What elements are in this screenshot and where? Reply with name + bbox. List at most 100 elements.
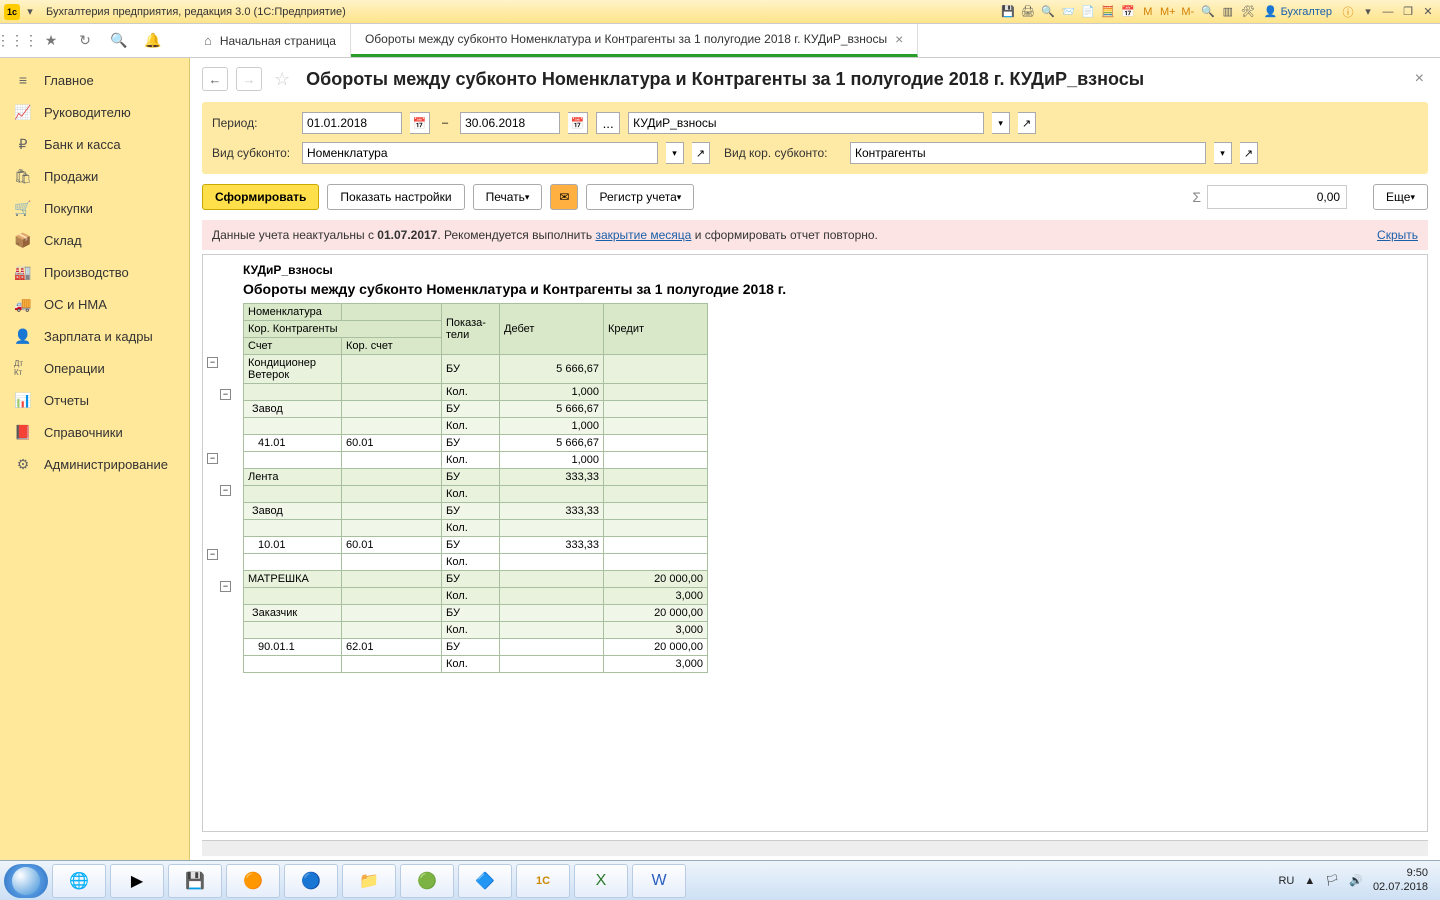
- sidebar-item-warehouse[interactable]: 📦Склад: [0, 224, 189, 256]
- table-row[interactable]: Кол.3,000: [244, 588, 708, 605]
- sidebar-item-hr[interactable]: 👤Зарплата и кадры: [0, 320, 189, 352]
- table-row[interactable]: Кол.1,000: [244, 452, 708, 469]
- calendar-icon[interactable]: 📅: [1120, 4, 1136, 20]
- sidebar-item-operations[interactable]: Дт КтОперации: [0, 352, 189, 384]
- task-chrome[interactable]: 🔵: [284, 864, 338, 898]
- tray-action-icon[interactable]: 🏳: [1325, 874, 1339, 887]
- zoom-m[interactable]: M: [1140, 4, 1156, 20]
- sidebar-item-manager[interactable]: 📈Руководителю: [0, 96, 189, 128]
- sidebar-item-main[interactable]: ≡Главное: [0, 64, 189, 96]
- tree-toggle[interactable]: −: [220, 581, 231, 592]
- table-row[interactable]: ЗаводБУ5 666,67: [244, 401, 708, 418]
- dropdown-icon[interactable]: ▾: [22, 4, 38, 20]
- tray-volume-icon[interactable]: 🔊: [1349, 874, 1363, 887]
- task-word[interactable]: W: [632, 864, 686, 898]
- tab-report-active[interactable]: Обороты между субконто Номенклатура и Ко…: [351, 24, 918, 57]
- window-minimize[interactable]: —: [1380, 4, 1396, 20]
- tree-toggle[interactable]: −: [207, 549, 218, 560]
- period-picker-button[interactable]: ...: [596, 112, 620, 134]
- task-ie[interactable]: 🌐: [52, 864, 106, 898]
- info-icon[interactable]: ⓘ: [1340, 4, 1356, 20]
- tree-toggle[interactable]: −: [220, 485, 231, 496]
- table-row[interactable]: 90.01.162.01БУ20 000,00: [244, 639, 708, 656]
- save-icon[interactable]: 💾: [1000, 4, 1016, 20]
- task-agent[interactable]: 🟠: [226, 864, 280, 898]
- table-row[interactable]: Кол.3,000: [244, 622, 708, 639]
- nav-back-button[interactable]: ←: [202, 67, 228, 91]
- date-to-input[interactable]: [460, 112, 560, 134]
- task-app2[interactable]: 🔷: [458, 864, 512, 898]
- hide-warning-link[interactable]: Скрыть: [1377, 228, 1418, 242]
- search-icon[interactable]: 🔍: [110, 32, 128, 50]
- dropdown-icon-2[interactable]: ▾: [1360, 4, 1376, 20]
- tab-home[interactable]: ⌂ Начальная страница: [190, 24, 351, 57]
- table-row[interactable]: Кондиционер ВетерокБУ5 666,67: [244, 355, 708, 384]
- table-row[interactable]: ЛентаБУ333,33: [244, 469, 708, 486]
- sidebar-item-sales[interactable]: 🛍Продажи: [0, 160, 189, 192]
- sidebar-item-catalogs[interactable]: 📕Справочники: [0, 416, 189, 448]
- org-open-icon[interactable]: ↗: [1018, 112, 1036, 134]
- report-area[interactable]: − − − − − − КУДиР_взносы Обороты между с…: [202, 254, 1428, 832]
- form-button[interactable]: Сформировать: [202, 184, 319, 210]
- subconto-dropdown-icon[interactable]: ▾: [666, 142, 684, 164]
- task-app1[interactable]: 🟢: [400, 864, 454, 898]
- sidebar-item-admin[interactable]: ⚙Администрирование: [0, 448, 189, 480]
- table-row[interactable]: Кол.1,000: [244, 418, 708, 435]
- preview-icon[interactable]: 🔍: [1040, 4, 1056, 20]
- zoom-mplus[interactable]: M+: [1160, 4, 1176, 20]
- tray-lang[interactable]: RU: [1278, 875, 1294, 887]
- window-restore[interactable]: ❐: [1400, 4, 1416, 20]
- tree-toggle[interactable]: −: [207, 357, 218, 368]
- window-close[interactable]: ✕: [1420, 4, 1436, 20]
- table-row[interactable]: ЗаводБУ333,33: [244, 503, 708, 520]
- sidebar-item-assets[interactable]: 🚚ОС и НМА: [0, 288, 189, 320]
- tab-close-icon[interactable]: ×: [895, 31, 903, 47]
- subconto-input[interactable]: [302, 142, 658, 164]
- mail-icon[interactable]: 📨: [1060, 4, 1076, 20]
- task-explorer[interactable]: 📁: [342, 864, 396, 898]
- table-row[interactable]: Кол.: [244, 486, 708, 503]
- nav-forward-button[interactable]: →: [236, 67, 262, 91]
- table-row[interactable]: Кол.: [244, 554, 708, 571]
- table-row[interactable]: Кол.1,000: [244, 384, 708, 401]
- more-button[interactable]: Еще: [1373, 184, 1428, 210]
- table-row[interactable]: МАТРЕШКАБУ20 000,00: [244, 571, 708, 588]
- table-row[interactable]: Кол.: [244, 520, 708, 537]
- horizontal-scrollbar[interactable]: [202, 840, 1428, 856]
- table-row[interactable]: 41.0160.01БУ5 666,67: [244, 435, 708, 452]
- task-1c[interactable]: 1С: [516, 864, 570, 898]
- table-row[interactable]: Кол.3,000: [244, 656, 708, 673]
- favorite-star-icon[interactable]: ☆: [274, 69, 290, 90]
- sidebar-item-purchases[interactable]: 🛒Покупки: [0, 192, 189, 224]
- start-button[interactable]: [4, 864, 48, 898]
- zoom-mminus[interactable]: M-: [1180, 4, 1196, 20]
- org-dropdown-icon[interactable]: ▾: [992, 112, 1010, 134]
- subconto-open-icon[interactable]: ↗: [692, 142, 710, 164]
- tray-flag-icon[interactable]: ▲: [1304, 875, 1315, 887]
- table-row[interactable]: ЗаказчикБУ20 000,00: [244, 605, 708, 622]
- tree-toggle[interactable]: −: [207, 453, 218, 464]
- task-media[interactable]: ▶: [110, 864, 164, 898]
- history-icon[interactable]: ↻: [76, 32, 94, 50]
- register-button[interactable]: Регистр учета: [586, 184, 694, 210]
- bell-icon[interactable]: 🔔: [144, 32, 162, 50]
- kor-subconto-input[interactable]: [850, 142, 1206, 164]
- table-row[interactable]: 10.0160.01БУ333,33: [244, 537, 708, 554]
- date-from-input[interactable]: [302, 112, 402, 134]
- organization-input[interactable]: [628, 112, 984, 134]
- find-icon[interactable]: 🔍: [1200, 4, 1216, 20]
- tree-toggle[interactable]: −: [220, 389, 231, 400]
- apps-grid-icon[interactable]: ⋮⋮⋮: [8, 32, 26, 50]
- star-icon[interactable]: ★: [42, 32, 60, 50]
- page-close-icon[interactable]: ×: [1411, 66, 1428, 92]
- print-button[interactable]: Печать: [473, 184, 543, 210]
- kor-subconto-open-icon[interactable]: ↗: [1240, 142, 1258, 164]
- task-excel[interactable]: X: [574, 864, 628, 898]
- sidebar-item-bank[interactable]: ₽Банк и касса: [0, 128, 189, 160]
- compare-icon[interactable]: 📄: [1080, 4, 1096, 20]
- sidebar-item-reports[interactable]: 📊Отчеты: [0, 384, 189, 416]
- calendar-to-icon[interactable]: 📅: [568, 112, 588, 134]
- email-button[interactable]: ✉: [550, 184, 578, 210]
- tray-clock[interactable]: 9:50 02.07.2018: [1373, 867, 1428, 893]
- print-icon[interactable]: 🖨: [1020, 4, 1036, 20]
